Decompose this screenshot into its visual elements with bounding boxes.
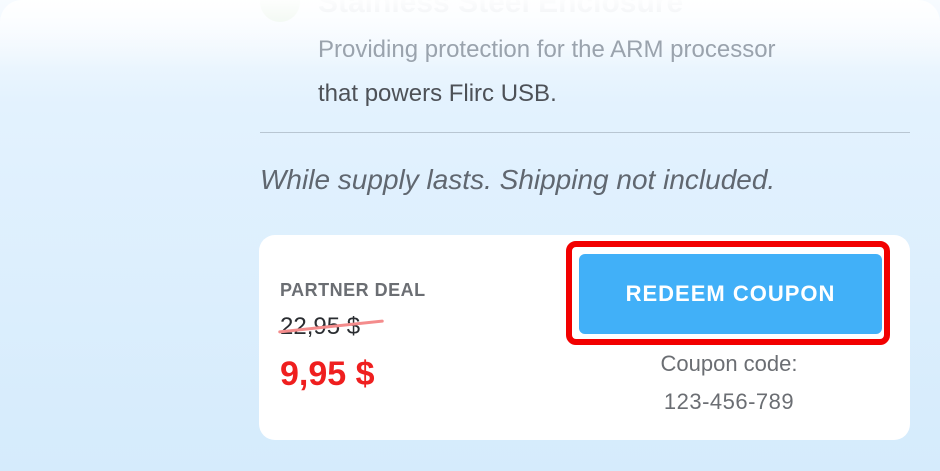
promo-section: Stainless Steel Enclosure Providing prot… bbox=[0, 0, 940, 471]
partner-deal-label: PARTNER DEAL bbox=[280, 280, 426, 300]
supply-notice: While supply lasts. Shipping not include… bbox=[260, 164, 776, 195]
feature-desc-line-1: Providing protection for the ARM process… bbox=[318, 36, 776, 63]
original-price: 22,95 $ bbox=[278, 313, 384, 341]
redeem-coupon-button[interactable]: REDEEM COUPON bbox=[579, 254, 882, 334]
feature-desc-line-2: that powers Flirc USB. bbox=[318, 80, 557, 107]
check-circle-icon bbox=[260, 0, 300, 22]
divider bbox=[260, 132, 910, 133]
partner-deal-card: PARTNER DEAL 22,95 $ 9,95 $ REDEEM COUPO… bbox=[259, 235, 910, 440]
sale-price: 9,95 $ bbox=[280, 355, 375, 393]
coupon-code-label: Coupon code: bbox=[660, 351, 798, 376]
feature-description: Providing protection for the ARM process… bbox=[318, 28, 898, 116]
coupon-code-value: 123-456-789 bbox=[663, 389, 795, 414]
feature-title: Stainless Steel Enclosure bbox=[318, 0, 684, 19]
